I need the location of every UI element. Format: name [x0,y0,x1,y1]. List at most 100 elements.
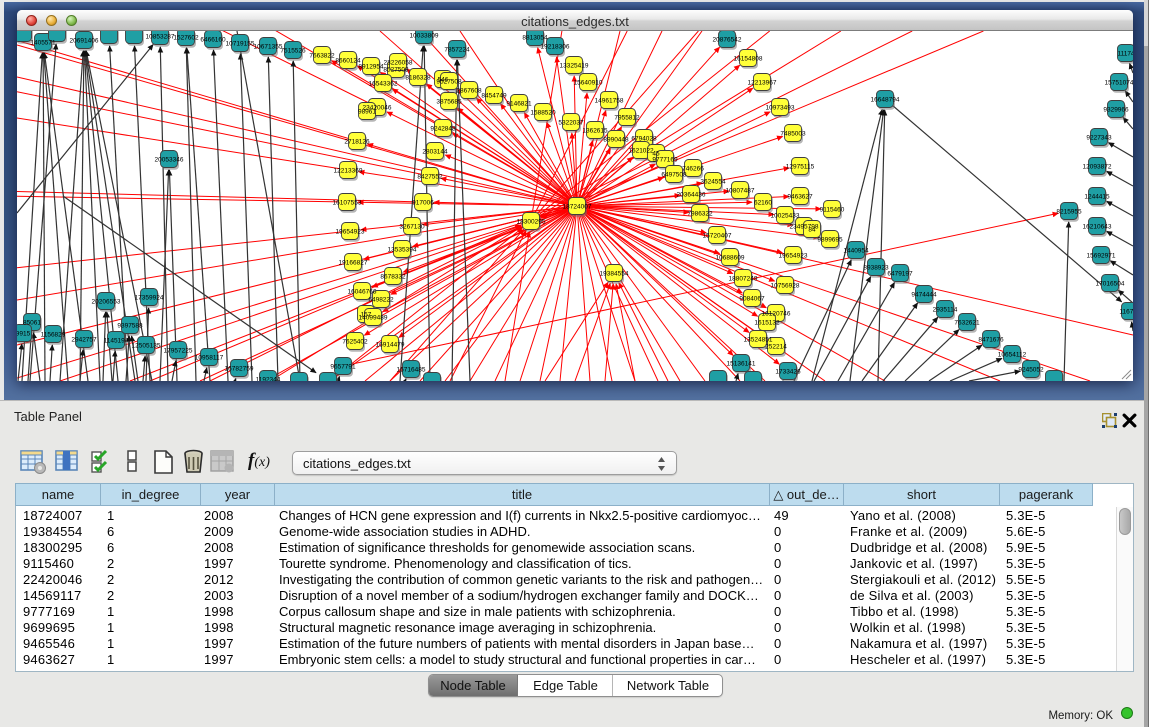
svg-text:6479197: 6479197 [887,271,913,278]
svg-text:15640910: 15640910 [574,80,603,87]
svg-text:15720407: 15720407 [703,233,732,240]
svg-text:8454749: 8454749 [481,93,507,100]
svg-text:9245052: 9245052 [1018,367,1044,374]
svg-text:8471676: 8471676 [978,337,1004,344]
svg-text:15692971: 15692971 [1087,253,1116,260]
svg-text:11174: 11174 [1117,51,1133,58]
svg-text:9463627: 9463627 [787,194,813,201]
svg-text:8215955: 8215955 [1056,209,1082,216]
svg-text:9242848: 9242848 [430,126,456,133]
svg-text:252214: 252214 [765,344,787,351]
svg-text:9777169: 9777169 [652,157,678,164]
svg-text:8527508: 8527508 [383,67,409,74]
svg-text:9146821: 9146821 [506,101,532,108]
svg-text:1440954: 1440954 [843,248,869,255]
svg-text:10654112: 10654112 [998,352,1027,359]
svg-text:20691406: 20691406 [70,38,99,45]
svg-text:20053346: 20053346 [155,157,184,164]
svg-text:9115460: 9115460 [820,207,845,214]
svg-text:17359924: 17359924 [135,295,164,302]
svg-text:20876542: 20876542 [713,37,742,44]
svg-text:10025433: 10025433 [771,213,800,220]
svg-text:2942757: 2942757 [71,337,97,344]
svg-text:746266: 746266 [682,166,704,173]
svg-text:1145194: 1145194 [104,338,129,345]
svg-text:84: 84 [808,227,816,234]
svg-text:15751074: 15751074 [1105,80,1133,87]
svg-text:17957225: 17957225 [164,348,193,355]
svg-text:1588520: 1588520 [530,110,556,117]
svg-text:19654923: 19654923 [779,253,808,260]
svg-text:9329966: 9329966 [1103,107,1129,114]
svg-text:8660124: 8660124 [335,58,361,65]
svg-text:12975115: 12975115 [786,164,815,171]
svg-text:3624554: 3624554 [700,179,726,186]
svg-text:18807249: 18807249 [729,276,758,283]
svg-text:9899695: 9899695 [817,237,843,244]
svg-text:15136141: 15136141 [727,361,756,368]
svg-text:8813054: 8813054 [522,35,548,42]
svg-text:18300295: 18300295 [517,219,546,226]
svg-text:2718126: 2718126 [344,139,370,146]
svg-text:1156829: 1156829 [41,332,66,339]
svg-text:8912954: 8912954 [358,64,384,71]
svg-text:10671355: 10671355 [254,44,283,51]
svg-text:1733426: 1733426 [775,369,801,376]
svg-text:1192344: 1192344 [256,377,281,381]
svg-text:10853287: 10853287 [146,34,175,41]
svg-text:9915: 9915 [17,331,31,338]
svg-text:8678332: 8678332 [380,274,406,281]
svg-text:7857224: 7857224 [444,47,470,54]
svg-text:2867608: 2867608 [456,88,482,95]
svg-text:62160: 62160 [754,200,772,207]
svg-text:116753: 116753 [1119,309,1133,316]
svg-text:16648794: 16648794 [871,97,900,104]
svg-text:8427552: 8427552 [417,174,443,181]
svg-text:8938923: 8938923 [863,265,889,272]
svg-text:1527602: 1527602 [173,35,199,42]
svg-text:20206553: 20206553 [92,299,121,306]
svg-text:10688609: 10688609 [716,255,745,262]
svg-text:16107553: 16107553 [333,200,362,207]
svg-text:13535394: 13535394 [388,247,417,254]
svg-text:7632621: 7632621 [954,320,980,327]
svg-text:16210643: 16210643 [1083,224,1112,231]
svg-text:6498222: 6498222 [368,297,394,304]
svg-text:7663822: 7663822 [309,53,335,60]
svg-text:19654923: 19654923 [336,229,365,236]
svg-text:2935114: 2935114 [933,307,958,314]
svg-text:10756928: 10756928 [771,283,800,290]
svg-text:7955812: 7955812 [614,115,640,122]
svg-text:917006: 917006 [412,200,434,207]
svg-text:9474444: 9474444 [911,292,937,299]
svg-text:3875685: 3875685 [436,99,462,106]
svg-text:10958117: 10958117 [195,355,224,362]
svg-text:1244415: 1244415 [1084,194,1110,201]
svg-text:19384554: 19384554 [600,271,629,278]
svg-text:17016504: 17016504 [1096,281,1125,288]
svg-text:12213369: 12213369 [334,168,363,175]
svg-text:1621022: 1621022 [628,148,654,155]
svg-text:19218306: 19218306 [541,44,570,51]
svg-text:13325419: 13325419 [560,63,589,70]
svg-text:6794028: 6794028 [631,136,657,143]
svg-text:98961: 98961 [358,109,376,116]
svg-text:10719155: 10719155 [226,41,255,48]
svg-text:10807487: 10807487 [726,188,755,195]
svg-text:12505135: 12505135 [132,343,161,350]
svg-text:14961758: 14961758 [595,98,624,105]
svg-text:14099489: 14099489 [359,315,388,322]
svg-text:16914479: 16914479 [376,342,405,349]
svg-text:3267130: 3267130 [399,224,425,231]
svg-text:9227343: 9227343 [1086,135,1112,142]
svg-text:6466160: 6466160 [200,37,226,44]
svg-text:8990448: 8990448 [603,137,629,144]
svg-text:23226058: 23226058 [384,60,413,67]
svg-text:10033809: 10033809 [410,33,439,40]
svg-text:16154808: 16154808 [734,56,763,63]
svg-text:16046766: 16046766 [348,289,377,296]
svg-text:15716485: 15716485 [397,367,426,374]
svg-text:16782759: 16782759 [225,366,254,373]
svg-text:1362615: 1362615 [582,128,608,135]
svg-text:1615132: 1615132 [754,320,780,327]
